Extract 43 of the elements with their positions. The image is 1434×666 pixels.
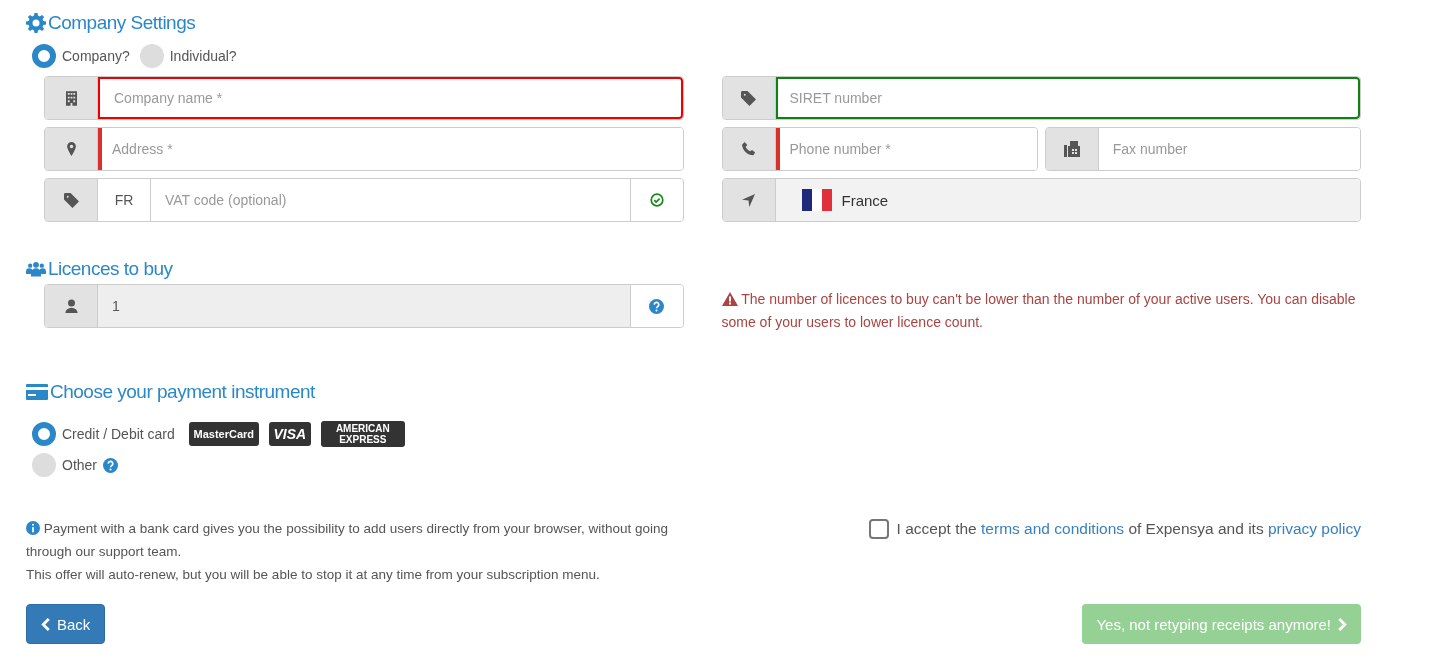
radio-button[interactable] (32, 453, 56, 477)
input-group[interactable]: Fax number (1044, 127, 1361, 171)
info-text: Payment with a bank card gives you the possibility to add users directly from your browser, without going through our support team. (26, 520, 670, 561)
card-logo: MasterCard (188, 422, 259, 446)
chevron-left-icon (41, 617, 51, 631)
text-field[interactable]: Phone number * (775, 128, 1037, 170)
credit-card-icon (26, 384, 48, 400)
radio-option[interactable]: Other (32, 453, 97, 477)
card-logo: AMERICAN EXPRESS (320, 421, 405, 447)
section-heading: Licences to buy (26, 254, 1361, 284)
terms-text: I accept the terms and conditions of Expensya and its privacy policy (896, 520, 1361, 538)
flag-icon (801, 189, 832, 211)
chevron-right-icon (1337, 617, 1347, 631)
section-heading: Choose your payment instrument (26, 377, 1361, 407)
checkbox[interactable] (868, 519, 889, 539)
pin-icon (45, 128, 98, 170)
gear-icon (26, 13, 46, 33)
info-text: This offer will auto-renew, but you will be able to stop it at any time from your subscription menu. (26, 566, 601, 584)
radio-option[interactable]: Individual? (139, 44, 237, 68)
tag-icon (45, 179, 98, 221)
phone-icon (722, 128, 776, 170)
warning-icon (721, 292, 738, 306)
privacy-link[interactable]: privacy policy (1267, 520, 1361, 537)
info-icon (26, 521, 40, 535)
help-icon[interactable] (103, 457, 118, 473)
warning-message: The number of licences to buy can't be lower than the number of your active users. You can disable some of your users to lower licence count. (721, 290, 1357, 332)
card-logo: VISA (268, 422, 311, 446)
help-icon[interactable] (629, 285, 683, 327)
input-group[interactable]: Phone number * (721, 127, 1038, 171)
input-group[interactable]: FR VAT code (optional) (44, 178, 684, 222)
radio-button[interactable] (32, 422, 56, 446)
back-button[interactable]: Back (26, 604, 106, 644)
terms-link[interactable]: terms and conditions (981, 520, 1125, 537)
users-icon (26, 259, 46, 279)
radio-button[interactable] (32, 44, 56, 68)
radio-option[interactable]: Company? (32, 44, 130, 68)
tag-icon (722, 77, 776, 119)
radio-option[interactable]: Credit / Debit card (32, 422, 175, 446)
radio-button[interactable] (139, 44, 164, 68)
user-icon (45, 285, 98, 327)
section-heading: Company Settings (26, 8, 1361, 38)
building-icon (45, 77, 98, 119)
fax-icon (1045, 128, 1099, 170)
